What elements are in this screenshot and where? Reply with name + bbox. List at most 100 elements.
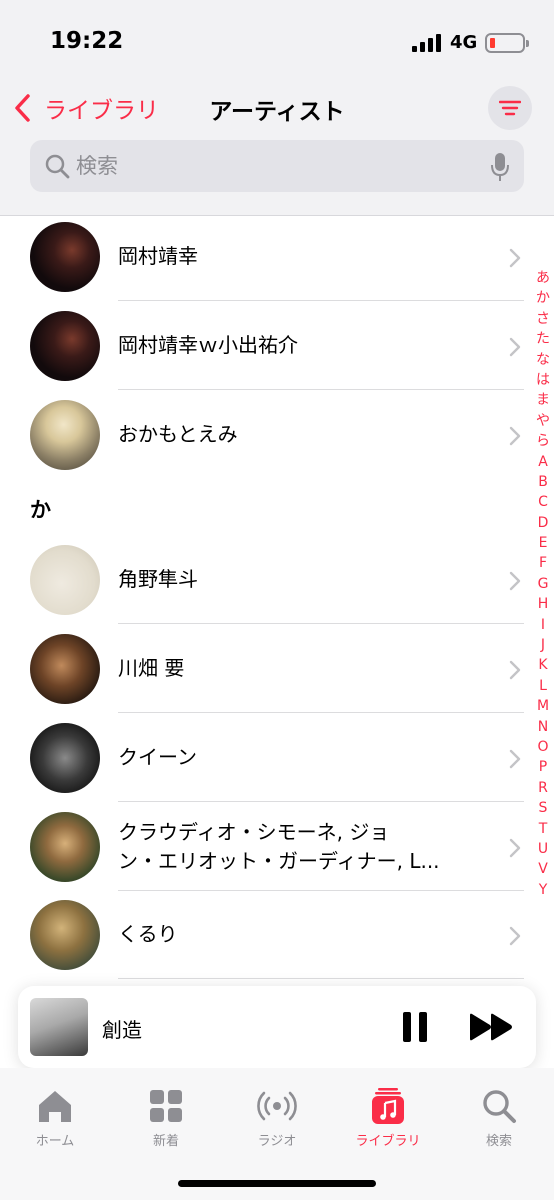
microphone-icon[interactable] — [490, 152, 510, 182]
index-letter[interactable]: Y — [532, 880, 554, 900]
index-letter[interactable]: ら — [532, 431, 554, 451]
artist-row[interactable]: クイーン — [0, 717, 554, 806]
index-letter[interactable]: た — [532, 329, 554, 349]
artist-row[interactable]: 岡村靖幸ｗ小出祐介 — [0, 305, 554, 394]
index-letter[interactable]: C — [532, 492, 554, 512]
tab-label: ラジオ — [257, 1134, 297, 1149]
tab-library[interactable]: ライブラリ — [338, 1086, 438, 1149]
index-letter[interactable]: D — [532, 513, 554, 533]
artist-name: 岡村靖幸 — [118, 244, 198, 268]
index-letter[interactable]: U — [532, 839, 554, 859]
tab-label: ライブラリ — [355, 1134, 421, 1149]
index-letter[interactable]: H — [532, 594, 554, 614]
index-letter[interactable]: か — [532, 288, 554, 308]
index-letter[interactable]: あ — [532, 268, 554, 288]
section-index[interactable]: あかさたなはまやらABCDEFGHIJKLMNOPRSTUVY — [532, 268, 554, 900]
radio-waves-icon — [257, 1091, 297, 1121]
artist-avatar — [30, 400, 100, 470]
index-letter[interactable]: N — [532, 717, 554, 737]
cellular-signal-icon — [412, 34, 442, 52]
row-divider — [118, 890, 524, 891]
row-divider — [118, 300, 524, 301]
chevron-right-icon — [509, 749, 521, 769]
index-letter[interactable]: B — [532, 472, 554, 492]
navigation-bar: ライブラリ アーティスト — [0, 80, 554, 216]
row-divider — [118, 978, 524, 979]
status-bar: 19:22 4G — [0, 0, 554, 80]
pause-icon[interactable] — [400, 1010, 430, 1044]
artist-name: おかもとえみ — [118, 422, 238, 446]
artist-avatar — [30, 222, 100, 292]
index-letter[interactable]: や — [532, 411, 554, 431]
sort-button[interactable] — [488, 86, 532, 130]
chevron-right-icon — [509, 571, 521, 591]
tab-label: 検索 — [485, 1134, 512, 1149]
chevron-right-icon — [509, 838, 521, 858]
index-letter[interactable]: J — [532, 635, 554, 655]
search-input[interactable] — [76, 148, 456, 184]
search-field[interactable] — [30, 140, 524, 192]
index-letter[interactable]: は — [532, 370, 554, 390]
artist-name: クイーン — [118, 745, 197, 769]
magnifying-glass-icon — [45, 154, 70, 179]
index-letter[interactable]: T — [532, 819, 554, 839]
index-letter[interactable]: K — [532, 655, 554, 675]
tab-home[interactable]: ホーム — [5, 1086, 105, 1149]
artist-name-line: ン・エリオット・ガーディナー, L... — [118, 849, 440, 873]
mini-player[interactable]: 創造 — [18, 986, 536, 1068]
artist-row[interactable]: くるり — [0, 894, 554, 983]
battery-icon — [485, 33, 529, 53]
artist-row[interactable]: 岡村靖幸 — [0, 216, 554, 305]
artist-row[interactable]: おかもとえみ — [0, 394, 554, 483]
row-divider — [118, 712, 524, 713]
artist-avatar — [30, 900, 100, 970]
index-letter[interactable]: I — [532, 615, 554, 635]
index-letter[interactable]: A — [532, 452, 554, 472]
tab-search[interactable]: 検索 — [449, 1086, 549, 1149]
tab-new[interactable]: 新着 — [116, 1086, 216, 1149]
index-letter[interactable]: ま — [532, 390, 554, 410]
index-letter[interactable]: P — [532, 757, 554, 777]
artist-name: くるり — [118, 922, 178, 946]
chevron-right-icon — [509, 337, 521, 357]
index-letter[interactable]: M — [532, 696, 554, 716]
row-divider — [118, 623, 524, 624]
section-header: か — [30, 498, 51, 522]
network-type: 4G — [450, 32, 478, 53]
index-letter[interactable]: F — [532, 553, 554, 573]
row-divider — [118, 389, 524, 390]
status-time: 19:22 — [50, 28, 124, 54]
index-letter[interactable]: O — [532, 737, 554, 757]
music-library-icon — [372, 1088, 404, 1124]
artist-row[interactable]: クラウディオ・シモーネ, ジョ ン・エリオット・ガーディナー, L... — [0, 806, 554, 894]
sort-lines-icon — [499, 100, 521, 116]
artist-avatar — [30, 634, 100, 704]
index-letter[interactable]: さ — [532, 309, 554, 329]
index-letter[interactable]: E — [532, 533, 554, 553]
grid-icon — [150, 1090, 182, 1122]
home-indicator — [178, 1180, 376, 1187]
artist-avatar — [30, 812, 100, 882]
index-letter[interactable]: G — [532, 574, 554, 594]
index-letter[interactable]: L — [532, 676, 554, 696]
artist-row[interactable]: 川畑 要 — [0, 628, 554, 717]
artist-row[interactable]: 角野隼斗 — [0, 539, 554, 628]
tab-radio[interactable]: ラジオ — [227, 1086, 327, 1149]
index-letter[interactable]: S — [532, 798, 554, 818]
index-letter[interactable]: V — [532, 859, 554, 879]
artist-name: 岡村靖幸ｗ小出祐介 — [118, 333, 298, 357]
index-letter[interactable]: な — [532, 350, 554, 370]
artist-avatar — [30, 311, 100, 381]
tab-label: 新着 — [152, 1134, 179, 1149]
artist-name: 川畑 要 — [118, 656, 185, 680]
artist-name: 角野隼斗 — [118, 567, 198, 591]
artist-name-line: クラウディオ・シモーネ, ジョ — [118, 820, 390, 844]
chevron-right-icon — [509, 926, 521, 946]
artist-avatar — [30, 723, 100, 793]
artist-avatar — [30, 545, 100, 615]
fast-forward-icon[interactable] — [468, 1012, 514, 1042]
house-icon — [39, 1091, 71, 1122]
search-icon — [483, 1090, 516, 1123]
album-artwork — [30, 998, 88, 1056]
index-letter[interactable]: R — [532, 778, 554, 798]
